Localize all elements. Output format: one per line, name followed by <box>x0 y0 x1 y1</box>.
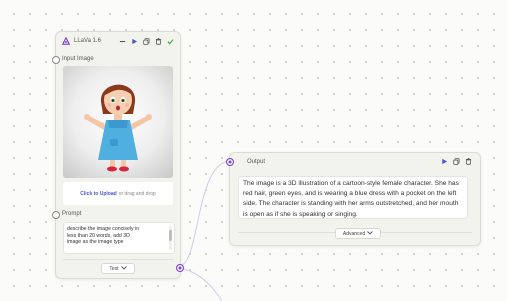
chevron-down-icon <box>120 265 127 272</box>
prompt-scrollbar[interactable] <box>169 226 172 250</box>
run-icon[interactable] <box>131 38 138 45</box>
delete-icon[interactable] <box>155 37 162 45</box>
delete-icon[interactable] <box>465 158 472 165</box>
output-text: The image is a 3D illustration of a cart… <box>238 176 468 219</box>
cartoon-girl-illustration <box>84 84 152 172</box>
node-divider <box>63 259 173 260</box>
input-image-label: Input Image <box>62 56 94 62</box>
output-node[interactable]: Output The image is a 3D illustration of… <box>226 152 481 246</box>
output-input-port[interactable] <box>226 158 234 166</box>
check-icon[interactable] <box>167 38 174 45</box>
uploaded-image <box>63 66 173 178</box>
chevron-down-icon <box>367 230 373 237</box>
node-title: LLaVa 1.6 <box>74 38 101 44</box>
prompt-scroll-thumb[interactable] <box>169 230 172 241</box>
click-to-upload-link[interactable]: Click to Upload <box>80 191 116 197</box>
advanced-label: Advanced <box>342 230 366 237</box>
output-type-value: Text <box>109 265 119 272</box>
prompt-label: Prompt <box>62 211 82 217</box>
output-title: Output <box>247 159 266 165</box>
llava-node-header[interactable]: LLaVa 1.6 <box>56 32 180 50</box>
llava-output-port[interactable] <box>176 264 184 272</box>
drag-drop-hint: or drag and drop <box>118 190 156 197</box>
copy-icon[interactable] <box>143 37 150 45</box>
prompt-text: describe the image concisely in less tha… <box>67 226 140 246</box>
llava-node[interactable]: LLaVa 1.6 Input Image Click to Upload or… <box>52 31 184 279</box>
upload-dropzone[interactable]: Click to Upload or drag and drop <box>63 182 173 205</box>
prompt-textarea[interactable]: describe the image concisely in less tha… <box>63 222 175 254</box>
llava-logo-icon <box>61 32 71 50</box>
output-type-select[interactable]: Text <box>101 263 135 274</box>
advanced-button[interactable]: Advanced <box>335 228 381 239</box>
input-image-port[interactable] <box>52 56 60 64</box>
run-icon[interactable] <box>441 158 448 165</box>
minimize-icon[interactable] <box>119 38 126 45</box>
copy-icon[interactable] <box>453 158 460 165</box>
prompt-port[interactable] <box>52 211 60 219</box>
